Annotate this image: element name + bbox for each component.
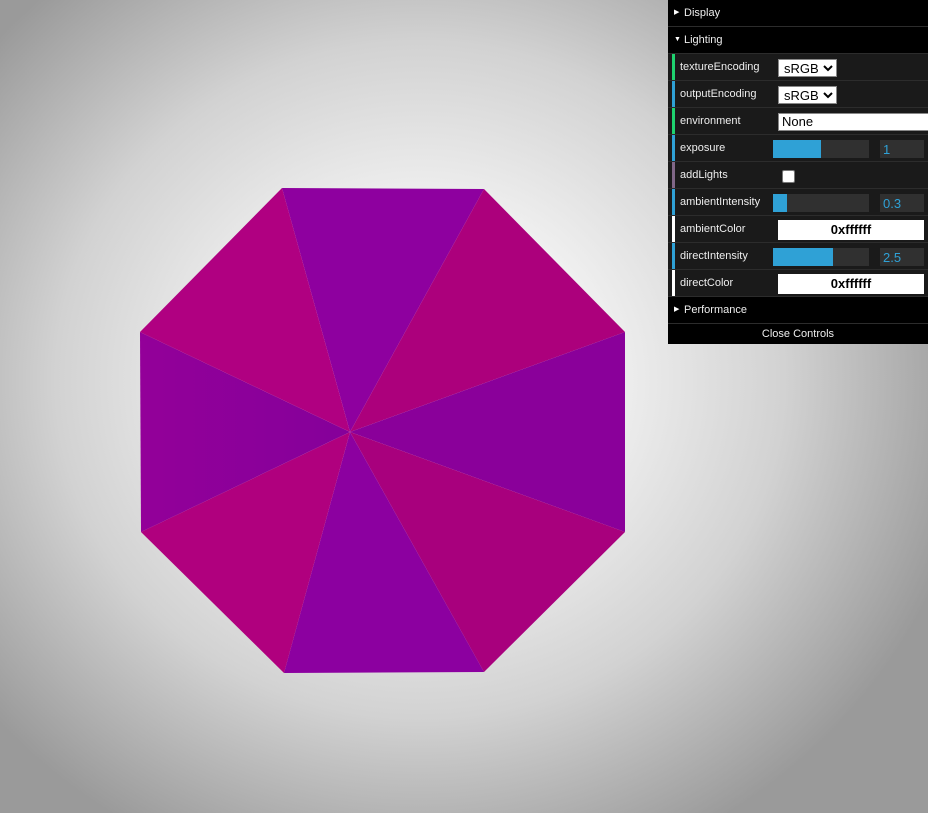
slider-fill — [773, 194, 788, 212]
direct-color-input[interactable]: 0xffffff — [778, 274, 924, 294]
environment-input[interactable]: None — [778, 113, 928, 131]
exposure-slider[interactable] — [773, 140, 869, 158]
direct-color-row: directColor 0xffffff — [668, 270, 928, 297]
caret-right-icon: ▶ — [674, 9, 680, 17]
slider-fill — [773, 140, 821, 158]
controller-type-bar — [672, 270, 675, 296]
folder-display-title: Display — [684, 7, 721, 19]
direct-color-label: directColor — [680, 277, 734, 289]
texture-encoding-label: textureEncoding — [680, 61, 760, 73]
direct-intensity-row: directIntensity 2.5 — [668, 243, 928, 270]
folder-lighting-title: Lighting — [684, 34, 723, 46]
caret-right-icon: ▶ — [674, 306, 680, 314]
exposure-number-input[interactable]: 1 — [880, 140, 924, 158]
ambient-intensity-slider[interactable] — [773, 194, 869, 212]
texture-encoding-row: textureEncoding sRGB — [668, 54, 928, 81]
output-encoding-select[interactable]: sRGB — [778, 86, 837, 104]
controller-type-bar — [672, 189, 675, 215]
controller-type-bar — [672, 216, 675, 242]
exposure-row: exposure 1 — [668, 135, 928, 162]
add-lights-row: addLights — [668, 162, 928, 189]
ambient-color-row: ambientColor 0xffffff — [668, 216, 928, 243]
texture-encoding-select[interactable]: sRGB — [778, 59, 837, 77]
ambient-intensity-label: ambientIntensity — [680, 196, 761, 208]
add-lights-checkbox[interactable] — [782, 170, 795, 183]
direct-intensity-number-input[interactable]: 2.5 — [880, 248, 924, 266]
environment-row: environment None — [668, 108, 928, 135]
controller-type-bar — [672, 81, 675, 107]
direct-intensity-slider[interactable] — [773, 248, 869, 266]
exposure-label: exposure — [680, 142, 726, 154]
environment-label: environment — [680, 115, 741, 127]
output-encoding-row: outputEncoding sRGB — [668, 81, 928, 108]
controller-type-bar — [672, 162, 675, 188]
controller-type-bar — [672, 135, 675, 161]
controller-type-bar — [672, 54, 675, 80]
output-encoding-label: outputEncoding — [680, 88, 757, 100]
close-controls-button[interactable]: Close Controls — [668, 324, 928, 344]
ambient-intensity-number-input[interactable]: 0.3 — [880, 194, 924, 212]
caret-down-icon: ▼ — [674, 36, 681, 44]
ambient-color-input[interactable]: 0xffffff — [778, 220, 924, 240]
ambient-intensity-row: ambientIntensity 0.3 — [668, 189, 928, 216]
ambient-color-label: ambientColor — [680, 223, 746, 235]
direct-intensity-label: directIntensity — [680, 250, 748, 262]
folder-performance-title: Performance — [684, 304, 747, 316]
dat-gui-panel: ▶ Display ▼ Lighting textureEncoding sRGB … — [668, 0, 928, 344]
folder-lighting[interactable]: ▼ Lighting — [668, 27, 928, 54]
controller-type-bar — [672, 108, 675, 134]
slider-fill — [773, 248, 833, 266]
folder-display[interactable]: ▶ Display — [668, 0, 928, 27]
add-lights-label: addLights — [680, 169, 728, 181]
controller-type-bar — [672, 243, 675, 269]
folder-performance[interactable]: ▶ Performance — [668, 297, 928, 324]
